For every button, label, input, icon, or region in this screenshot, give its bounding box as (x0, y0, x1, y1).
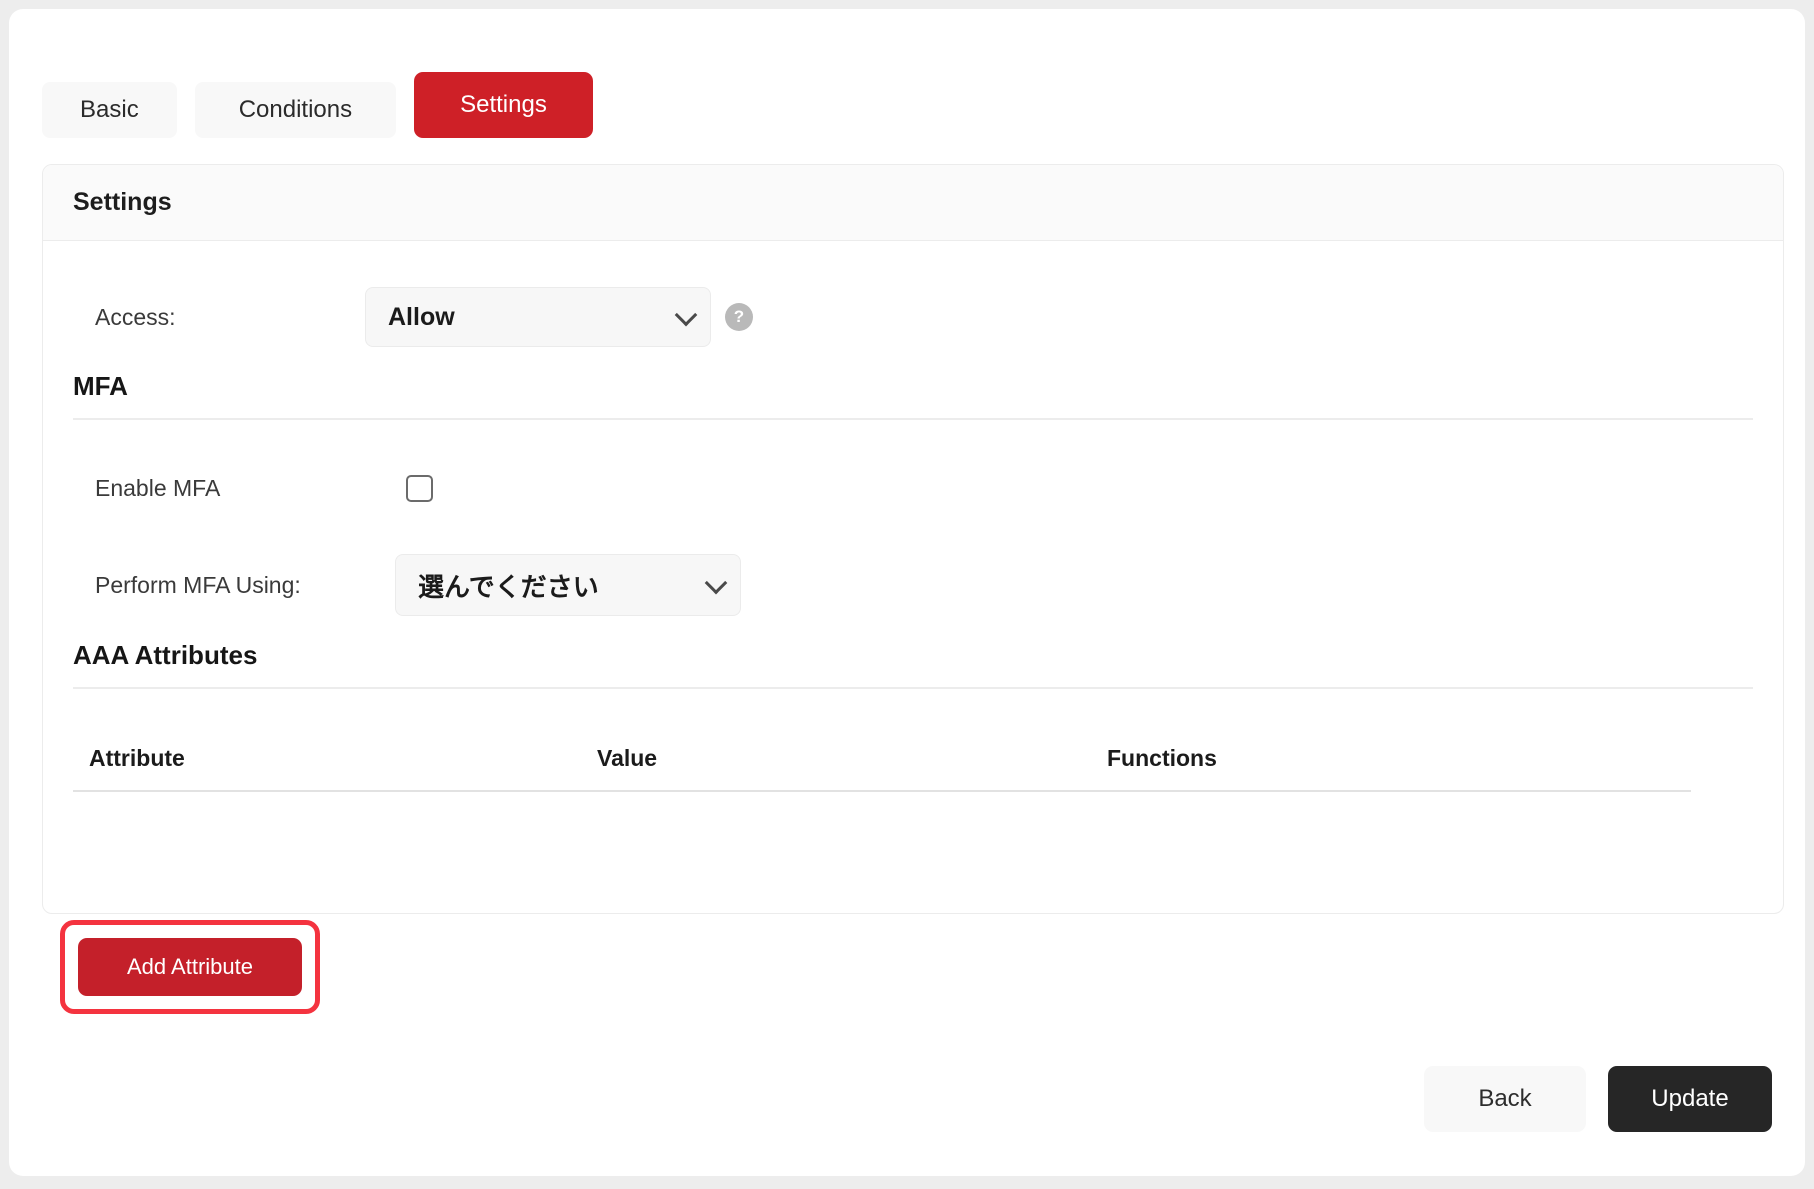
footer-actions: Back Update (1424, 1066, 1772, 1132)
tab-settings[interactable]: Settings (414, 72, 593, 138)
access-row: Access: Allow ? (73, 287, 1753, 347)
settings-card: Settings Access: Allow ? MFA Enable MFA (42, 164, 1784, 914)
back-button[interactable]: Back (1424, 1066, 1586, 1132)
enable-mfa-label: Enable MFA (73, 475, 365, 502)
access-select-value: Allow (388, 303, 455, 332)
add-attribute-highlight: Add Attribute (60, 920, 320, 1014)
mfa-section-title: MFA (73, 371, 1753, 402)
perform-mfa-row: Perform MFA Using: 選んでください (73, 554, 1753, 616)
column-header-functions: Functions (1107, 745, 1691, 772)
enable-mfa-row: Enable MFA (73, 466, 1753, 510)
perform-mfa-select-value: 選んでください (418, 567, 599, 604)
aaa-section: AAA Attributes (73, 640, 1753, 689)
column-header-value: Value (597, 745, 1107, 772)
chevron-down-icon (705, 572, 728, 595)
enable-mfa-checkbox[interactable] (406, 475, 433, 502)
card-title: Settings (73, 188, 172, 217)
mfa-section-divider (73, 418, 1753, 420)
add-attribute-button[interactable]: Add Attribute (78, 938, 302, 996)
tab-conditions[interactable]: Conditions (195, 82, 396, 138)
access-select[interactable]: Allow (365, 287, 711, 347)
aaa-section-divider (73, 687, 1753, 689)
update-button[interactable]: Update (1608, 1066, 1772, 1132)
access-label: Access: (73, 304, 365, 331)
card-header: Settings (43, 165, 1783, 241)
question-mark-icon[interactable]: ? (725, 303, 753, 331)
table-header-row: Attribute Value Functions (73, 723, 1691, 792)
tab-basic[interactable]: Basic (42, 82, 177, 138)
perform-mfa-label: Perform MFA Using: (73, 572, 395, 599)
chevron-down-icon (675, 304, 698, 327)
aaa-attributes-table: Attribute Value Functions (73, 723, 1691, 792)
mfa-section: MFA (73, 371, 1753, 420)
aaa-section-title: AAA Attributes (73, 640, 1753, 671)
column-header-attribute: Attribute (89, 745, 597, 772)
card-body: Access: Allow ? MFA Enable MFA Perform M… (43, 287, 1783, 792)
page-container: Basic Conditions Settings Settings Acces… (9, 9, 1805, 1176)
perform-mfa-select[interactable]: 選んでください (395, 554, 741, 616)
tab-bar: Basic Conditions Settings (42, 72, 593, 138)
